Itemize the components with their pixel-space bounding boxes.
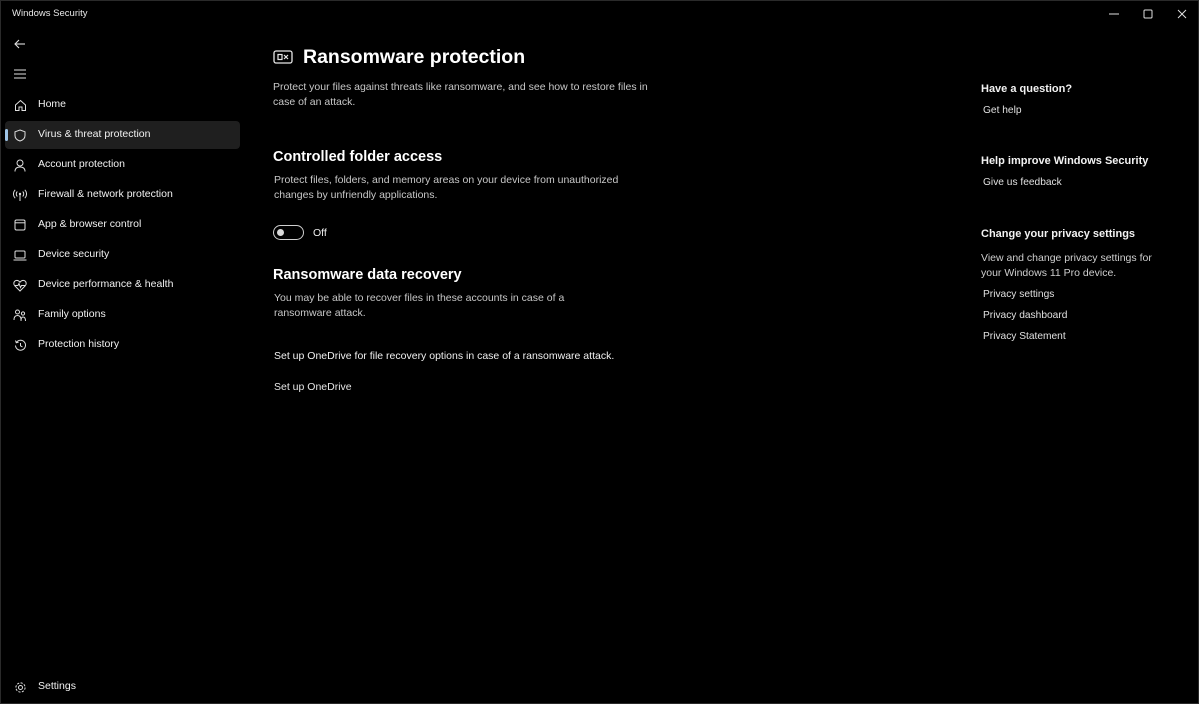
sidebar-item-label: Protection history xyxy=(38,338,120,350)
sidebar-item-label: Home xyxy=(38,98,67,110)
page-description: Protect your files against threats like … xyxy=(273,81,648,108)
gear-icon xyxy=(13,680,27,694)
menu-button[interactable] xyxy=(9,63,31,85)
page-title: Ransomware protection xyxy=(303,45,526,68)
app-window-icon xyxy=(13,218,27,232)
sidebar-nav: Home Virus & threat protection Account p… xyxy=(1,27,245,703)
minimize-icon xyxy=(1109,13,1119,15)
have-a-question-heading: Have a question? xyxy=(981,83,1073,95)
close-icon xyxy=(1177,9,1187,19)
maximize-button[interactable] xyxy=(1131,1,1165,27)
sidebar-item-device-security[interactable]: Device security xyxy=(5,241,240,269)
privacy-dashboard-link[interactable]: Privacy dashboard xyxy=(983,310,1067,321)
toggle-state-label: Off xyxy=(313,227,327,239)
sidebar-item-virus-threat-protection[interactable]: Virus & threat protection xyxy=(5,121,240,149)
family-icon xyxy=(13,308,27,322)
app-title: Windows Security xyxy=(12,8,88,19)
home-icon xyxy=(13,98,27,112)
set-up-onedrive-link[interactable]: Set up OneDrive xyxy=(274,381,352,393)
toggle-knob xyxy=(277,229,284,236)
history-icon xyxy=(13,338,27,352)
give-feedback-link[interactable]: Give us feedback xyxy=(983,177,1062,188)
sidebar-item-firewall-network-protection[interactable]: Firewall & network protection xyxy=(5,181,240,209)
privacy-statement-link[interactable]: Privacy Statement xyxy=(983,331,1066,342)
heart-pulse-icon xyxy=(13,278,27,292)
sidebar-item-label: Family options xyxy=(38,308,106,320)
controlled-folder-access-description: Protect files, folders, and memory areas… xyxy=(274,174,619,201)
back-button[interactable] xyxy=(9,33,31,55)
get-help-link[interactable]: Get help xyxy=(983,105,1022,116)
minimize-button[interactable] xyxy=(1097,1,1131,27)
privacy-settings-link[interactable]: Privacy settings xyxy=(983,289,1054,300)
page-header: Ransomware protection xyxy=(273,45,525,69)
windows-security-window: Windows Security Home Virus & threat pro… xyxy=(0,0,1199,704)
laptop-icon xyxy=(13,248,27,262)
sidebar-item-label: Device performance & health xyxy=(38,278,174,290)
privacy-description: View and change privacy settings for you… xyxy=(981,252,1152,279)
antenna-icon xyxy=(13,188,27,202)
person-icon xyxy=(13,158,27,172)
help-improve-heading: Help improve Windows Security xyxy=(981,155,1149,167)
sidebar-item-label: Settings xyxy=(38,680,76,692)
ransomware-data-recovery-description: You may be able to recover files in thes… xyxy=(274,292,565,319)
sidebar-item-home[interactable]: Home xyxy=(5,91,240,119)
title-bar: Windows Security xyxy=(1,1,1198,27)
close-button[interactable] xyxy=(1165,1,1199,27)
sidebar-item-label: App & browser control xyxy=(38,218,142,230)
sidebar-item-label: Account protection xyxy=(38,158,125,170)
sidebar-item-device-performance-health[interactable]: Device performance & health xyxy=(5,271,240,299)
onedrive-recovery-text: Set up OneDrive for file recovery option… xyxy=(274,350,615,362)
maximize-icon xyxy=(1143,9,1153,19)
controlled-folder-access-title: Controlled folder access xyxy=(273,149,443,165)
sidebar-item-protection-history[interactable]: Protection history xyxy=(5,331,240,359)
hamburger-menu-icon xyxy=(14,69,26,79)
sidebar-item-label: Device security xyxy=(38,248,110,260)
sidebar-item-app-browser-control[interactable]: App & browser control xyxy=(5,211,240,239)
sidebar-item-label: Virus & threat protection xyxy=(38,128,151,140)
ransomware-data-recovery-title: Ransomware data recovery xyxy=(273,267,462,283)
sidebar-item-settings[interactable]: Settings xyxy=(5,673,240,701)
ransomware-icon xyxy=(273,50,293,64)
privacy-settings-heading: Change your privacy settings xyxy=(981,228,1136,240)
sidebar-item-label: Firewall & network protection xyxy=(38,188,173,200)
controlled-folder-access-toggle[interactable] xyxy=(273,225,304,240)
sidebar-item-account-protection[interactable]: Account protection xyxy=(5,151,240,179)
back-arrow-icon xyxy=(14,39,25,49)
shield-icon xyxy=(13,128,27,142)
sidebar-item-family-options[interactable]: Family options xyxy=(5,301,240,329)
